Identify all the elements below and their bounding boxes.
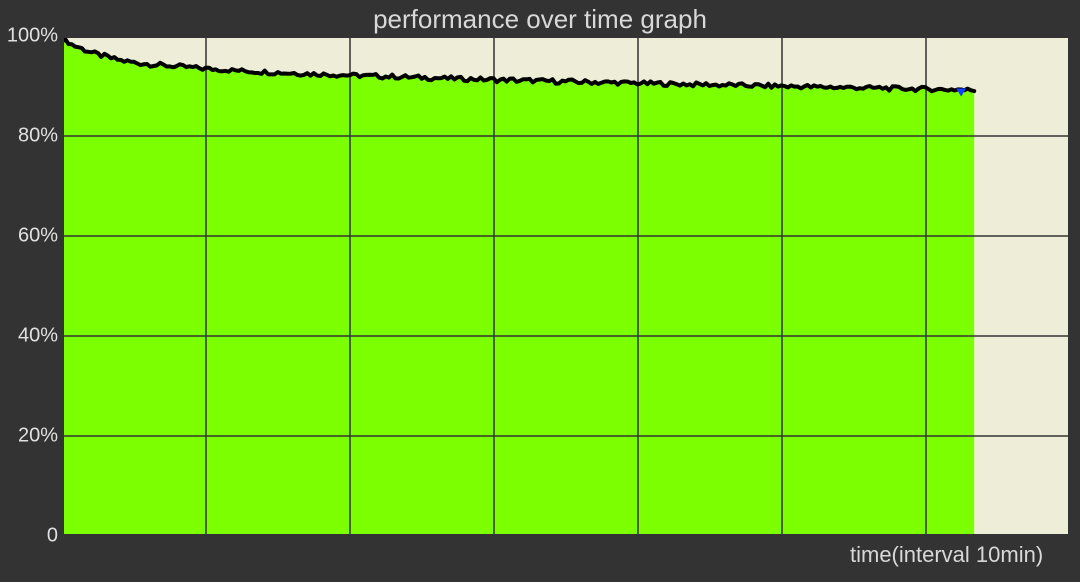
y-tick-label: 60% [0, 225, 58, 248]
y-tick-label: 20% [0, 425, 58, 448]
x-axis-label: time(interval 10min) [850, 542, 1043, 568]
y-tick-label: 80% [0, 125, 58, 148]
y-tick-label: 0 [0, 525, 58, 548]
plot-border [62, 36, 1070, 536]
chart-title: performance over time graph [0, 4, 1080, 35]
y-tick-label: 40% [0, 325, 58, 348]
y-tick-label: 100% [0, 25, 58, 48]
